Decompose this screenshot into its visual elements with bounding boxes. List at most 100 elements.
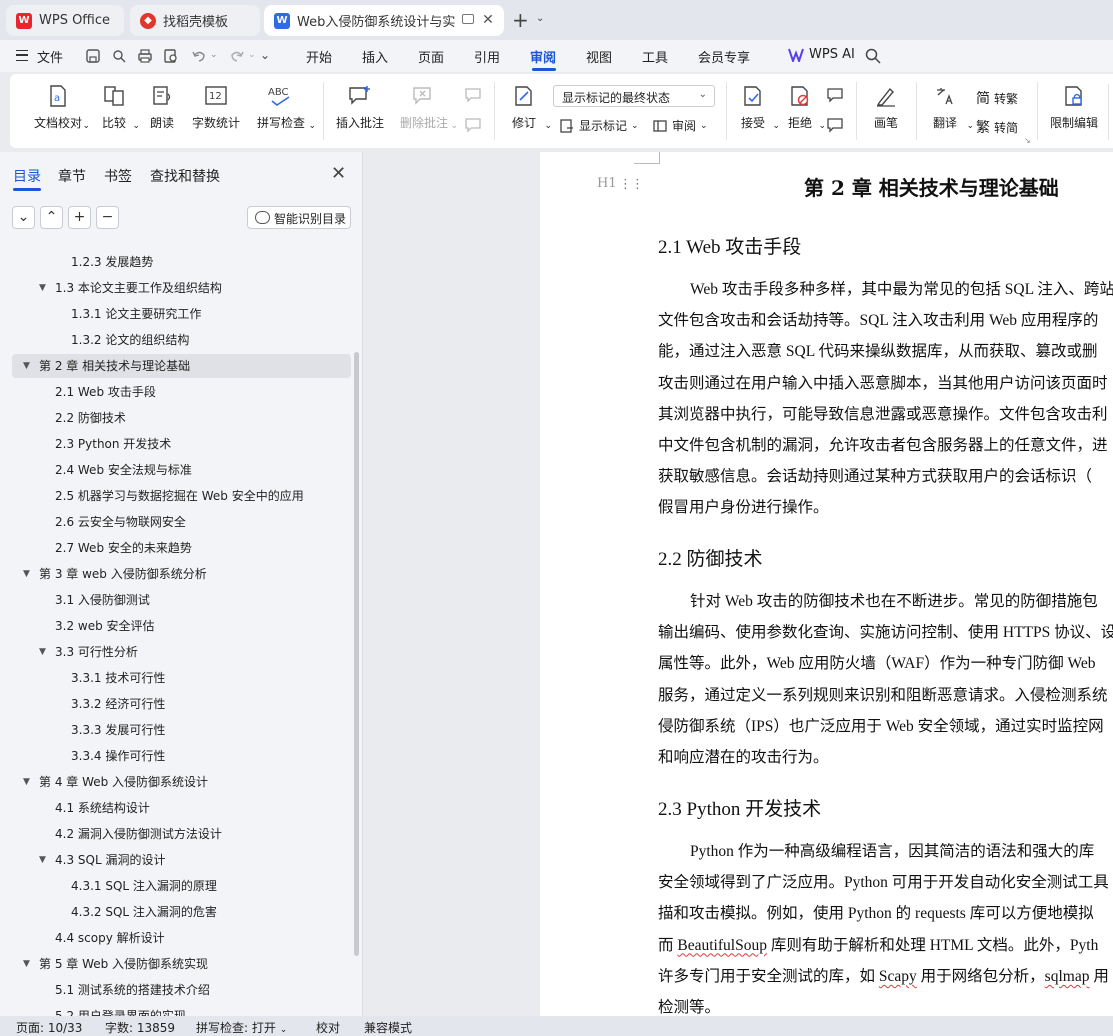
insert-comment-button[interactable]: 插入批注 [332,84,388,131]
expand-arrow-icon[interactable]: ▼ [39,276,46,300]
next-comment-icon[interactable] [464,116,484,134]
to-simplified-button[interactable]: 繁 转简 [976,117,1018,137]
drag-handle-icon[interactable]: ⋮⋮ [619,177,644,192]
toc-item[interactable]: 4.4 scopy 解析设计 [12,926,351,950]
nav-tab-chapters[interactable]: 章节 [58,166,86,186]
to-traditional-button[interactable]: 简 转繁 [976,88,1018,108]
toc-item[interactable]: ▼ 第 3 章 web 入侵防御系统分析 [12,562,351,586]
toc-item[interactable]: 3.1 入侵防御测试 [12,588,351,612]
close-panel-icon[interactable]: ✕ [331,165,346,183]
document-page[interactable]: H1 ⋮⋮ 第 2 章 相关技术与理论基础 2.1 Web 攻击手段 Web 攻击… [540,152,1113,1016]
close-tab-icon[interactable]: ✕ [480,12,496,28]
accept-button[interactable]: 接受 ⌄ [732,84,780,131]
word-count-button[interactable]: 12 字数统计 [188,84,244,131]
toc-item[interactable]: 1.3.2 论文的组织结构 [12,328,351,352]
expand-arrow-icon[interactable]: ▼ [39,848,46,872]
toc-item[interactable]: ▼ 第 4 章 Web 入侵防御系统设计 [12,770,351,794]
page-indicator[interactable]: 页面: 10/33 [16,1019,82,1036]
delete-comment-button[interactable]: 删除批注 ⌄ [394,84,458,131]
undo-dropdown-icon[interactable]: ⌄ [210,50,218,60]
menu-review[interactable]: 审阅 [530,47,556,66]
toc-item[interactable]: 1.3.1 论文主要研究工作 [12,302,351,326]
nav-tab-find-replace[interactable]: 查找和替换 [150,166,220,186]
group-expand-icon[interactable]: ↘ [1024,136,1031,145]
expand-arrow-icon[interactable]: ▼ [23,770,30,794]
menu-page[interactable]: 页面 [418,47,444,66]
chevron-down-icon[interactable]: ⌄ [536,13,544,24]
tab-docer[interactable]: ◆ 找稻壳模板 [130,5,260,36]
new-tab-icon[interactable]: + [512,10,529,30]
toc-item[interactable]: ▼ 第 2 章 相关技术与理论基础 [12,354,351,378]
expand-up-button[interactable]: ⌃ [40,206,63,229]
toc-item[interactable]: ▼ 4.3 SQL 漏洞的设计 [12,848,351,872]
nav-tab-bookmarks[interactable]: 书签 [104,166,132,186]
nav-tab-toc[interactable]: 目录 [13,166,41,186]
toc-item[interactable]: 3.2 web 安全评估 [12,614,351,638]
menu-member[interactable]: 会员专享 [698,47,750,66]
revise-button[interactable]: 修订 ⌄ [502,84,552,131]
spell-check-button[interactable]: ABC 拼写检查 ⌄ [250,84,316,131]
expand-arrow-icon[interactable]: ▼ [23,952,30,976]
restrict-edit-button[interactable]: 限制编辑 [1044,84,1104,131]
toc-item[interactable]: 4.3.1 SQL 注入漏洞的原理 [12,874,351,898]
save-icon[interactable] [84,47,102,65]
toc-item[interactable]: 2.7 Web 安全的未来趋势 [12,536,351,560]
menu-start[interactable]: 开始 [306,47,332,66]
toc-item[interactable]: ▼ 第 5 章 Web 入侵防御系统实现 [12,952,351,976]
print-icon[interactable] [136,47,154,65]
menu-icon[interactable] [16,50,28,61]
expand-arrow-icon[interactable]: ▼ [39,640,46,664]
toc-item[interactable]: 3.3.3 发展可行性 [12,718,351,742]
heading-level-marker[interactable]: H1 [597,176,617,191]
toc-item[interactable]: 2.3 Python 开发技术 [12,432,351,456]
tab-document[interactable]: W Web入侵防御系统设计与实现 ✕ [264,5,504,36]
screen-icon[interactable] [462,14,474,24]
toc-item[interactable]: 1.2.3 发展趋势 [12,250,351,274]
menu-reference[interactable]: 引用 [474,47,500,66]
search-icon[interactable] [864,47,882,65]
toc-item[interactable]: 4.1 系统结构设计 [12,796,351,820]
menu-insert[interactable]: 插入 [362,47,388,66]
toc-item[interactable]: 2.1 Web 攻击手段 [12,380,351,404]
word-count-status[interactable]: 字数: 13859 [105,1019,175,1036]
expand-arrow-icon[interactable]: ▼ [23,354,30,378]
share-icon[interactable] [110,47,128,65]
translate-button[interactable]: 翻译 ⌄ [922,84,974,131]
menu-wps-ai[interactable]: WPS AI [809,47,855,62]
toc-item[interactable]: 3.3.4 操作可行性 [12,744,351,768]
proofread-status[interactable]: 校对 [316,1019,340,1036]
show-markup-button[interactable]: 显示标记 ⌄ [559,117,639,134]
collapse-all-button[interactable]: ⌄ [12,206,35,229]
toc-item[interactable]: 5.1 测试系统的搭建技术介绍 [12,978,351,1002]
tab-wps-office[interactable]: W WPS Office [6,5,124,36]
menu-view[interactable]: 视图 [586,47,612,66]
menu-file[interactable]: 文件 [37,47,63,66]
spelling-error-mark[interactable]: sqlmap [1045,968,1090,985]
markup-state-select[interactable]: 显示标记的最终状态 ⌄ [553,85,715,107]
toc-item[interactable]: 2.2 防御技术 [12,406,351,430]
add-toc-item-button[interactable]: + [68,206,91,229]
spelling-error-mark[interactable]: Scapy [879,968,917,985]
previous-comment-icon[interactable] [464,86,484,104]
toc-item[interactable]: 4.2 漏洞入侵防御测试方法设计 [12,822,351,846]
doc-check-button[interactable]: a 文档校对 ⌄ [28,84,90,131]
toc-item[interactable]: 3.3.1 技术可行性 [12,666,351,690]
document-area[interactable]: H1 ⋮⋮ 第 2 章 相关技术与理论基础 2.1 Web 攻击手段 Web 攻击… [364,152,1113,1016]
read-aloud-button[interactable]: 朗读 [142,84,182,131]
redo-icon[interactable] [228,47,246,65]
pen-button[interactable]: 画笔 [864,84,908,131]
toc-item[interactable]: 4.3.2 SQL 注入漏洞的危害 [12,900,351,924]
remove-toc-item-button[interactable]: − [96,206,119,229]
toc-item[interactable]: 2.6 云安全与物联网安全 [12,510,351,534]
compare-button[interactable]: 比较 ⌄ [92,84,140,131]
undo-icon[interactable] [190,47,208,65]
previous-change-icon[interactable] [826,86,846,104]
toc-item[interactable]: 3.3.2 经济可行性 [12,692,351,716]
toc-item[interactable]: 2.5 机器学习与数据挖掘在 Web 安全中的应用 [12,484,351,508]
reject-button[interactable]: 拒绝 ⌄ [780,84,826,131]
toc-item[interactable]: 2.4 Web 安全法规与标准 [12,458,351,482]
redo-dropdown-icon[interactable]: ⌄ [248,50,256,60]
toc-scrollbar[interactable] [354,352,359,956]
menu-tools[interactable]: 工具 [642,47,668,66]
smart-toc-button[interactable]: 智能识别目录 [247,206,351,229]
